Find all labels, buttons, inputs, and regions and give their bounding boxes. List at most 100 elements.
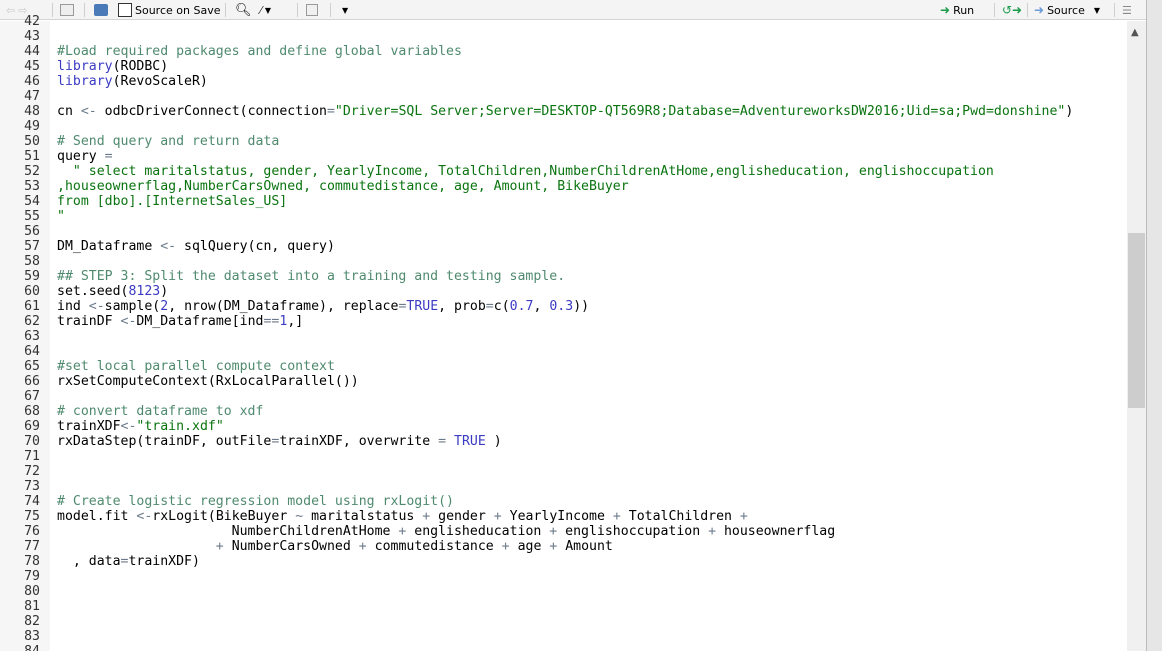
code-line[interactable]: 66 rxSetComputeContext(RxLocalParallel()) [0,374,1127,389]
code-line[interactable]: 49 [0,119,1127,134]
code-token: 2 [160,299,169,314]
line-number: 68 [24,404,40,419]
code-line[interactable]: 45 library(RODBC) [0,59,1127,74]
code-line[interactable]: 83 [0,629,1127,644]
code-token: commutedistance [366,539,502,554]
code-token: # Create logistic regression model using… [57,494,454,509]
line-number: 46 [24,74,40,89]
code-line[interactable]: 69 trainXDF<-"train.xdf" [0,419,1127,434]
line-number: 69 [24,419,40,434]
line-number: 53 [24,179,40,194]
code-line[interactable]: 55 " [0,209,1127,224]
code-line[interactable]: 71 [0,449,1127,464]
code-line[interactable]: 52 " select maritalstatus, gender, Yearl… [0,164,1127,179]
code-line[interactable]: 53 ,houseownerflag,NumberCarsOwned, commu… [0,179,1127,194]
code-line[interactable]: 59 ## STEP 3: Split the dataset into a tr… [0,269,1127,284]
code-token: from [dbo].[InternetSales_US] [57,194,288,209]
code-line[interactable]: 74 # Create logistic regression model usi… [0,494,1127,509]
code-line[interactable]: 78 , data=trainXDF) [0,554,1127,569]
code-token: , [533,299,550,314]
code-line[interactable]: 48 cn <- odbcDriverConnect(connection="Dr… [0,104,1127,119]
code-text: # Send query and return data [57,134,279,149]
scrollbar-thumb[interactable] [1128,233,1145,408]
code-token: <- [120,314,137,329]
code-line[interactable]: 47 [0,89,1127,104]
line-number: 49 [24,119,40,134]
code-token: houseownerflag [716,524,836,539]
code-line[interactable]: 76 NumberChildrenAtHome + englisheducati… [0,524,1127,539]
code-text: ,houseownerflag,NumberCarsOwned, commute… [57,179,629,194]
line-number: 66 [24,374,40,389]
code-token: trainXDF [57,419,121,434]
line-number: 44 [24,44,40,59]
code-line[interactable]: 79 [0,569,1127,584]
code-token: 0.7 [509,299,534,314]
code-token: "train.xdf" [136,419,224,434]
code-token: )) [573,299,590,314]
code-token: ,houseownerflag,NumberCarsOwned, commute… [57,179,629,194]
code-token: 0.3 [549,299,574,314]
code-token: TRUE [454,434,486,449]
code-token: library [57,74,113,89]
code-token: ~ [295,509,304,524]
code-text: NumberChildrenAtHome + englisheducation … [57,524,835,539]
line-number: 77 [24,539,40,554]
code-text: , data=trainXDF) [57,554,200,569]
scroll-up-icon[interactable]: ▲ [1131,27,1139,38]
code-token: TotalChildren [620,509,740,524]
code-token: , data [57,554,121,569]
code-line[interactable]: 64 [0,344,1127,359]
code-line[interactable]: 62 trainDF <-DM_Dataframe[ind==1,] [0,314,1127,329]
code-token: query [57,149,105,164]
code-line[interactable]: 50 # Send query and return data [0,134,1127,149]
line-number: 79 [24,569,40,584]
code-token: gender [430,509,494,524]
code-line[interactable]: 72 [0,464,1127,479]
code-line[interactable]: 65 #set local parallel compute context [0,359,1127,374]
code-line[interactable]: 73 [0,479,1127,494]
code-token: = [438,434,447,449]
code-text: #set local parallel compute context [57,359,335,374]
code-line[interactable]: 46 library(RevoScaleR) [0,74,1127,89]
code-line[interactable]: 56 [0,224,1127,239]
line-number: 48 [24,104,40,119]
pane-splitter[interactable] [1146,0,1162,651]
code-line[interactable]: 84 [0,644,1127,651]
code-line[interactable]: 63 [0,329,1127,344]
code-token: trainXDF) [128,554,200,569]
code-token: rxLogit(BikeBuyer [152,509,296,524]
code-text: model.fit <-rxLogit(BikeBuyer ~ maritals… [57,509,748,524]
code-line[interactable]: 82 [0,614,1127,629]
code-token: = [485,299,494,314]
line-number: 51 [24,149,40,164]
code-token: cn [57,104,81,119]
code-token: 8123 [128,284,161,299]
code-line[interactable]: 81 [0,599,1127,614]
code-line[interactable]: 57 DM_Dataframe <- sqlQuery(cn, query) [0,239,1127,254]
code-token: + [493,509,502,524]
code-line[interactable]: 68 # convert dataframe to xdf [0,404,1127,419]
code-line[interactable]: 75 model.fit <-rxLogit(BikeBuyer ~ marita… [0,509,1127,524]
line-number: 42 [24,14,40,29]
code-line[interactable]: 77 + NumberCarsOwned + commutedistance +… [0,539,1127,554]
code-token: = [326,104,335,119]
code-line[interactable]: 44 #Load required packages and define glo… [0,44,1127,59]
vertical-scrollbar[interactable]: ▲ [1127,21,1146,651]
line-number: 78 [24,554,40,569]
code-line[interactable]: 42 [0,14,1127,29]
code-editor[interactable]: 42 43 44 #Load required packages and define… [0,14,1127,651]
code-line[interactable]: 67 [0,389,1127,404]
code-line[interactable]: 58 [0,254,1127,269]
code-line[interactable]: 80 [0,584,1127,599]
code-token: + [739,509,748,524]
code-text: # Create logistic regression model using… [57,494,454,509]
code-line[interactable]: 60 set.seed(8123) [0,284,1127,299]
code-line[interactable]: 61 ind <-sample(2, nrow(DM_Dataframe), re… [0,299,1127,314]
code-text: + NumberCarsOwned + commutedistance + ag… [57,539,613,554]
code-line[interactable]: 43 [0,29,1127,44]
code-line[interactable]: 54 from [dbo].[InternetSales_US] [0,194,1127,209]
code-line[interactable]: 51 query = [0,149,1127,164]
code-token: trainXDF, overwrite [279,434,439,449]
code-line[interactable]: 70 rxDataStep(trainDF, outFile =trainXDF, … [0,434,1127,449]
